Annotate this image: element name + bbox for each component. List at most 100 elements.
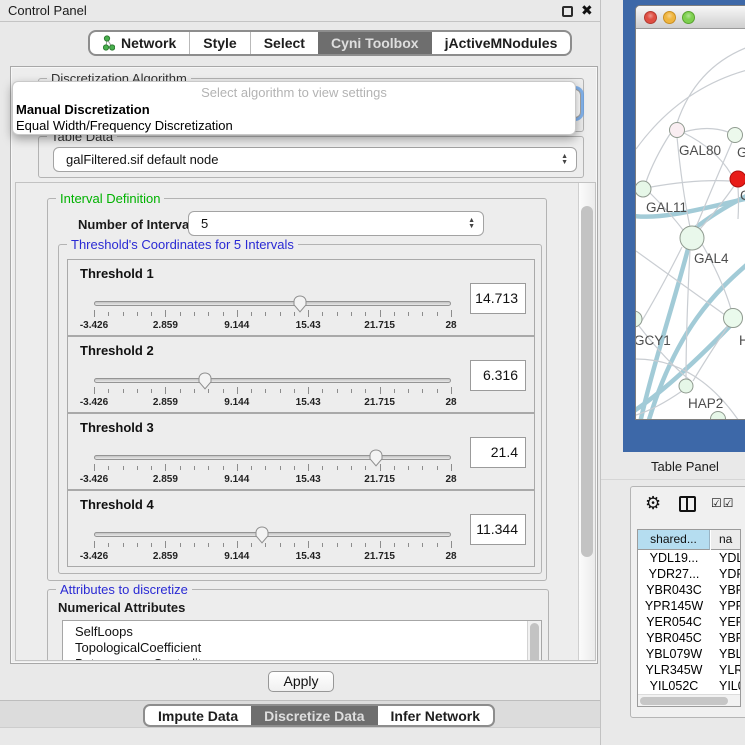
split-columns-icon[interactable] bbox=[679, 496, 696, 512]
attributes-list[interactable]: SelfLoopsTopologicalCoefficientBetweenne… bbox=[62, 620, 542, 661]
slider-track[interactable] bbox=[94, 455, 451, 460]
slider-tick bbox=[180, 466, 181, 470]
slider-tick bbox=[137, 543, 138, 547]
slider-tick bbox=[380, 541, 381, 548]
close-icon[interactable]: ✖ bbox=[581, 2, 593, 19]
tab-label: Impute Data bbox=[158, 708, 238, 724]
gear-icon[interactable]: ⚙ bbox=[645, 493, 661, 514]
attribute-list-item[interactable]: TopologicalCoefficient bbox=[63, 640, 541, 656]
slider-tick bbox=[123, 466, 124, 470]
popup-option-equal-width-frequency[interactable]: Equal Width/Frequency Discretization bbox=[16, 118, 233, 133]
table-row[interactable]: YER054CYER0 bbox=[638, 615, 741, 631]
tab-cyni-toolbox[interactable]: Cyni Toolbox bbox=[318, 32, 432, 54]
attributes-groupbox: Attributes to discretize Numerical Attri… bbox=[47, 589, 549, 661]
num-intervals-combobox[interactable]: 5 ▲▼ bbox=[188, 211, 484, 236]
network-node-label: C bbox=[740, 188, 745, 203]
network-node[interactable] bbox=[730, 171, 745, 187]
table-row[interactable]: YLR345WYLR3 bbox=[638, 663, 741, 679]
attribute-list-item[interactable]: SelfLoops bbox=[63, 624, 541, 640]
network-node[interactable] bbox=[636, 311, 642, 327]
threshold-panel-1: Threshold 1-3.4262.8599.14415.4321.71528… bbox=[67, 259, 535, 336]
tab-impute-data[interactable]: Impute Data bbox=[145, 706, 251, 725]
tab-style[interactable]: Style bbox=[189, 32, 249, 54]
slider-tick bbox=[208, 312, 209, 316]
table-row[interactable]: YBL079WYBL0 bbox=[638, 647, 741, 663]
slider-tick bbox=[280, 389, 281, 393]
slider-tick bbox=[451, 387, 452, 394]
slider-thumb[interactable] bbox=[254, 526, 270, 544]
table-panel-header: Table Panel bbox=[601, 452, 745, 480]
network-node[interactable] bbox=[711, 412, 726, 421]
zoom-window-icon[interactable] bbox=[682, 11, 695, 24]
threshold-slider[interactable]: -3.4262.8599.14415.4321.71528 bbox=[94, 450, 451, 488]
table-row[interactable]: YBR045CYBR0 bbox=[638, 631, 741, 647]
network-node[interactable] bbox=[636, 181, 651, 197]
slider-thumb[interactable] bbox=[368, 449, 384, 467]
network-node[interactable] bbox=[670, 123, 685, 138]
slider-tick bbox=[194, 389, 195, 393]
attribute-list-item[interactable]: BetweennessCentrality bbox=[63, 656, 541, 661]
slider-tick bbox=[251, 312, 252, 316]
table-column-header-shared-name[interactable]: shared... bbox=[638, 530, 710, 550]
popup-option-manual-discretization[interactable]: Manual Discretization bbox=[16, 102, 150, 117]
network-node[interactable] bbox=[679, 379, 693, 393]
slider-track[interactable] bbox=[94, 378, 451, 383]
tab-network[interactable]: Network bbox=[90, 32, 189, 54]
network-view[interactable]: GAL80GACGAL11GAL4GCY1HHAP2 bbox=[636, 29, 745, 420]
slider-tick bbox=[351, 466, 352, 470]
threshold-value-input[interactable]: 21.4 bbox=[470, 437, 526, 468]
tab-infer-network[interactable]: Infer Network bbox=[378, 706, 493, 725]
table-row[interactable]: YPR145WYPR1 bbox=[638, 599, 741, 615]
network-node[interactable] bbox=[724, 309, 743, 328]
close-window-icon[interactable] bbox=[644, 11, 657, 24]
scrollbar-thumb[interactable] bbox=[530, 623, 539, 661]
algorithm-dropdown-popup: Select algorithm to view settings Manual… bbox=[12, 81, 576, 135]
table-row[interactable]: YBR043CYBR0 bbox=[638, 583, 741, 599]
table-data-combobox[interactable]: galFiltered.sif default node ▲▼ bbox=[53, 147, 577, 172]
table-hscrollbar[interactable] bbox=[638, 694, 740, 706]
network-graph[interactable]: GAL80GACGAL11GAL4GCY1HHAP2 bbox=[636, 29, 745, 420]
threshold-value-input[interactable]: 14.713 bbox=[470, 283, 526, 314]
threshold-value-input[interactable]: 11.344 bbox=[470, 514, 526, 545]
slider-tick bbox=[137, 466, 138, 470]
float-window-icon[interactable] bbox=[562, 6, 573, 17]
select-columns-icon[interactable]: ☑☑ bbox=[711, 496, 735, 510]
interval-definition-groupbox: Interval Definition Number of Intervals … bbox=[47, 198, 547, 581]
table-row[interactable]: YIL052CYIL0 bbox=[638, 679, 741, 695]
scrollbar-thumb[interactable] bbox=[581, 206, 593, 557]
minimize-window-icon[interactable] bbox=[663, 11, 676, 24]
slider-tick bbox=[265, 389, 266, 393]
settings-scrollbar[interactable] bbox=[578, 183, 595, 661]
attributes-list-scrollbar[interactable] bbox=[527, 621, 541, 661]
threshold-slider[interactable]: -3.4262.8599.14415.4321.71528 bbox=[94, 296, 451, 334]
slider-track[interactable] bbox=[94, 532, 451, 537]
apply-button[interactable]: Apply bbox=[268, 671, 334, 692]
slider-tick bbox=[94, 464, 95, 471]
slider-tick bbox=[94, 387, 95, 394]
combo-spinner-icon[interactable]: ▲▼ bbox=[561, 148, 568, 171]
slider-tick bbox=[322, 543, 323, 547]
slider-tick bbox=[223, 312, 224, 316]
table-column-header-name[interactable]: na bbox=[711, 530, 741, 550]
threshold-panel-4: Threshold 4-3.4262.8599.14415.4321.71528… bbox=[67, 490, 535, 567]
slider-tick bbox=[408, 543, 409, 547]
table-cell-name: YBL0 bbox=[719, 647, 741, 661]
table-row[interactable]: YDR27...YDR2 bbox=[638, 567, 741, 583]
table-row[interactable]: YDL19...YDL1 bbox=[638, 551, 741, 567]
threshold-value-input[interactable]: 6.316 bbox=[470, 360, 526, 391]
network-node[interactable] bbox=[728, 128, 743, 143]
threshold-slider[interactable]: -3.4262.8599.14415.4321.71528 bbox=[94, 527, 451, 565]
tab-discretize-data[interactable]: Discretize Data bbox=[251, 706, 377, 725]
bottom-tabbar: Impute Data Discretize DataInfer Network bbox=[143, 704, 495, 727]
network-node[interactable] bbox=[680, 226, 704, 250]
slider-thumb[interactable] bbox=[197, 372, 213, 390]
combo-spinner-icon[interactable]: ▲▼ bbox=[468, 212, 475, 235]
slider-tick bbox=[108, 312, 109, 316]
slider-tick bbox=[223, 466, 224, 470]
threshold-slider[interactable]: -3.4262.8599.14415.4321.71528 bbox=[94, 373, 451, 411]
slider-track[interactable] bbox=[94, 301, 451, 306]
tab-jactivemnodules[interactable]: jActiveMNodules bbox=[432, 32, 571, 54]
scrollbar-thumb[interactable] bbox=[640, 697, 728, 705]
tab-select[interactable]: Select bbox=[250, 32, 318, 54]
slider-thumb[interactable] bbox=[292, 295, 308, 313]
